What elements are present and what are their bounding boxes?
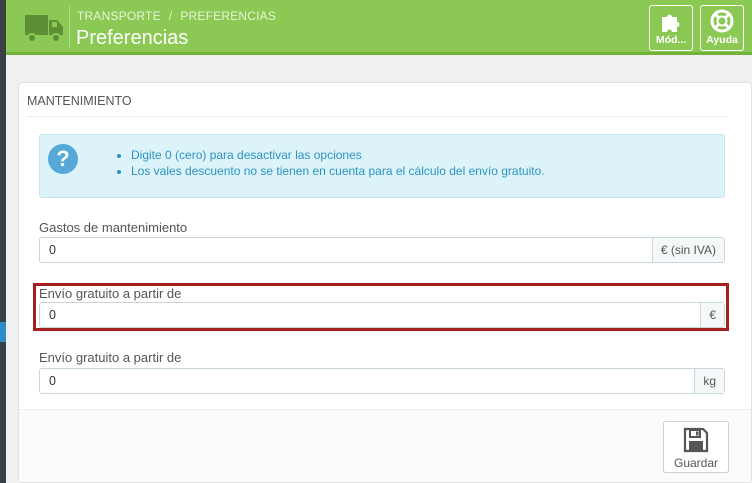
breadcrumb: TRANSPORTE / PREFERENCIAS: [77, 9, 276, 23]
breadcrumb-item-preferencias[interactable]: PREFERENCIAS: [180, 9, 276, 23]
header-divider: [69, 6, 70, 48]
breadcrumb-separator: /: [168, 9, 173, 23]
save-button-label: Guardar: [673, 456, 719, 470]
alert-list: Digite 0 (cero) para desactivar las opci…: [115, 147, 545, 179]
panel-footer: [19, 410, 751, 482]
breadcrumb-item-transporte[interactable]: TRANSPORTE: [77, 9, 161, 23]
panel-heading: MANTENIMIENTO: [27, 94, 132, 108]
free-shipping-weight-group: kg: [39, 368, 725, 394]
maintenance-panel: MANTENIMIENTO ? Digite 0 (cero) para des…: [18, 82, 752, 483]
help-button-label: Ayuda: [706, 34, 738, 46]
truck-icon: [14, 6, 70, 50]
handling-cost-group: € (sin IVA): [39, 237, 725, 263]
page-title: Preferencias: [76, 27, 189, 49]
page-header: TRANSPORTE / PREFERENCIAS Preferencias Mód…: [6, 0, 752, 55]
alert-item: Digite 0 (cero) para desactivar las opci…: [131, 147, 545, 163]
modules-button-label: Mód...: [655, 34, 687, 46]
free-shipping-weight-input[interactable]: [40, 369, 695, 393]
floppy-disk-icon: [683, 427, 709, 453]
handling-cost-suffix: € (sin IVA): [651, 238, 724, 262]
panel-heading-divider: [27, 116, 727, 117]
info-alert: ? Digite 0 (cero) para desactivar las op…: [39, 134, 725, 198]
help-button[interactable]: Ayuda: [700, 5, 744, 51]
page: TRANSPORTE / PREFERENCIAS Preferencias Mód…: [6, 0, 752, 483]
free-shipping-weight-suffix: kg: [694, 369, 724, 393]
highlight-box: [33, 283, 729, 331]
modules-button[interactable]: Mód...: [649, 5, 693, 51]
save-button[interactable]: Guardar: [663, 421, 729, 473]
free-shipping-weight-label: Envío gratuito a partir de: [39, 350, 182, 365]
question-icon: ?: [48, 144, 78, 174]
puzzle-icon: [659, 9, 683, 33]
handling-cost-input[interactable]: [40, 238, 652, 262]
lifebuoy-icon: [710, 9, 734, 33]
alert-item: Los vales descuento no se tienen en cuen…: [131, 163, 545, 179]
handling-cost-label: Gastos de mantenimiento: [39, 220, 188, 235]
